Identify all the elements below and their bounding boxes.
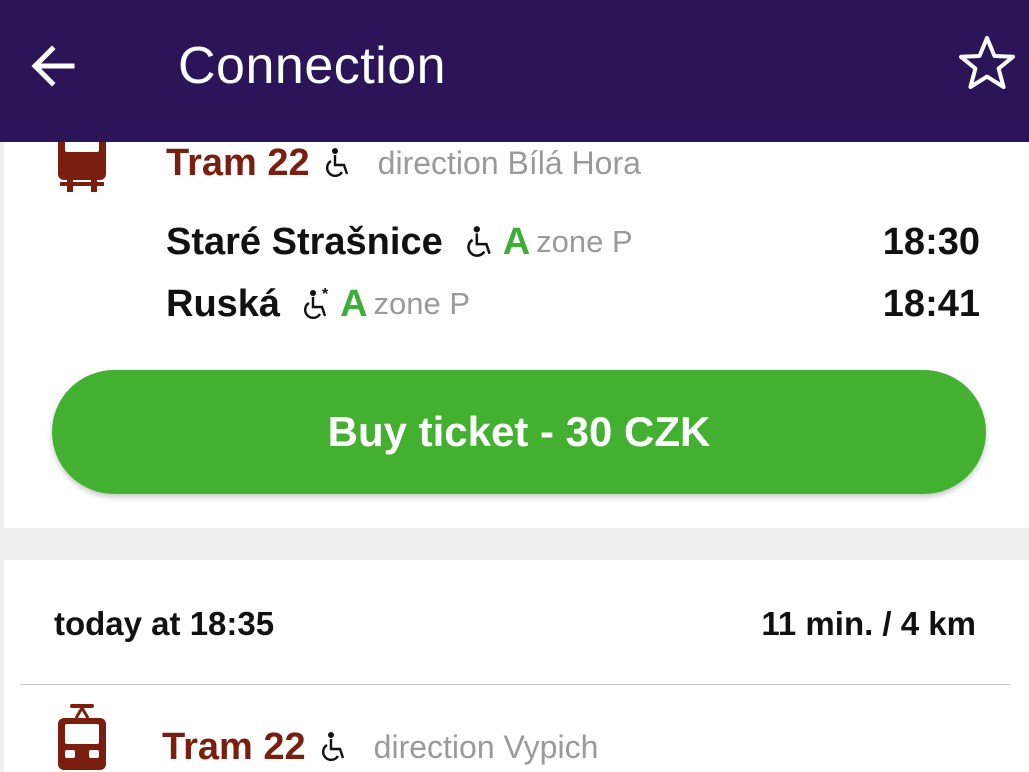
zone-label: zone P [373, 286, 471, 321]
arrow-left-icon[interactable] [24, 36, 84, 96]
line-direction: direction Vypich [373, 728, 599, 765]
departure-time: 18:30 [882, 220, 980, 263]
buy-ticket-button[interactable]: Buy ticket - 30 CZK [52, 370, 986, 494]
stop-row-departure: Staré Strašnice A zone P 18:30 [166, 218, 980, 266]
line-row: Tram 22 direction Bílá Hora [166, 138, 641, 188]
wheelchair-icon [325, 148, 348, 177]
wheelchair-icon [466, 226, 491, 257]
svg-text:*: * [322, 287, 329, 303]
tram-icon [58, 704, 106, 770]
divider [20, 684, 1010, 685]
zone-letter: A [502, 220, 531, 263]
wheelchair-icon [321, 732, 344, 761]
line-name: Tram 22 [166, 141, 310, 184]
app-bar: Connection [0, 0, 1029, 142]
trip-departure: today at 18:35 [54, 605, 275, 642]
line-direction: direction Bílá Hora [377, 144, 641, 181]
stop-row-arrival: Ruská * A zone P 18:41 [166, 280, 980, 328]
stop-name: Staré Strašnice [166, 220, 443, 263]
zone-label: zone P [536, 224, 633, 259]
zone-letter: A [340, 282, 368, 325]
next-trip-line-row: Tram 22 direction Vypich [162, 722, 598, 772]
star-outline-icon[interactable] [955, 32, 1019, 96]
trip-duration-distance: 11 min. / 4 km [761, 605, 976, 642]
stop-name: Ruská [166, 282, 281, 325]
arrival-time: 18:41 [882, 282, 980, 325]
page-title: Connection [178, 37, 447, 95]
trip-summary-row: today at 18:35 11 min. / 4 km [54, 602, 976, 646]
line-name: Tram 22 [162, 725, 306, 768]
wheelchair-partial-icon: * [304, 287, 329, 319]
